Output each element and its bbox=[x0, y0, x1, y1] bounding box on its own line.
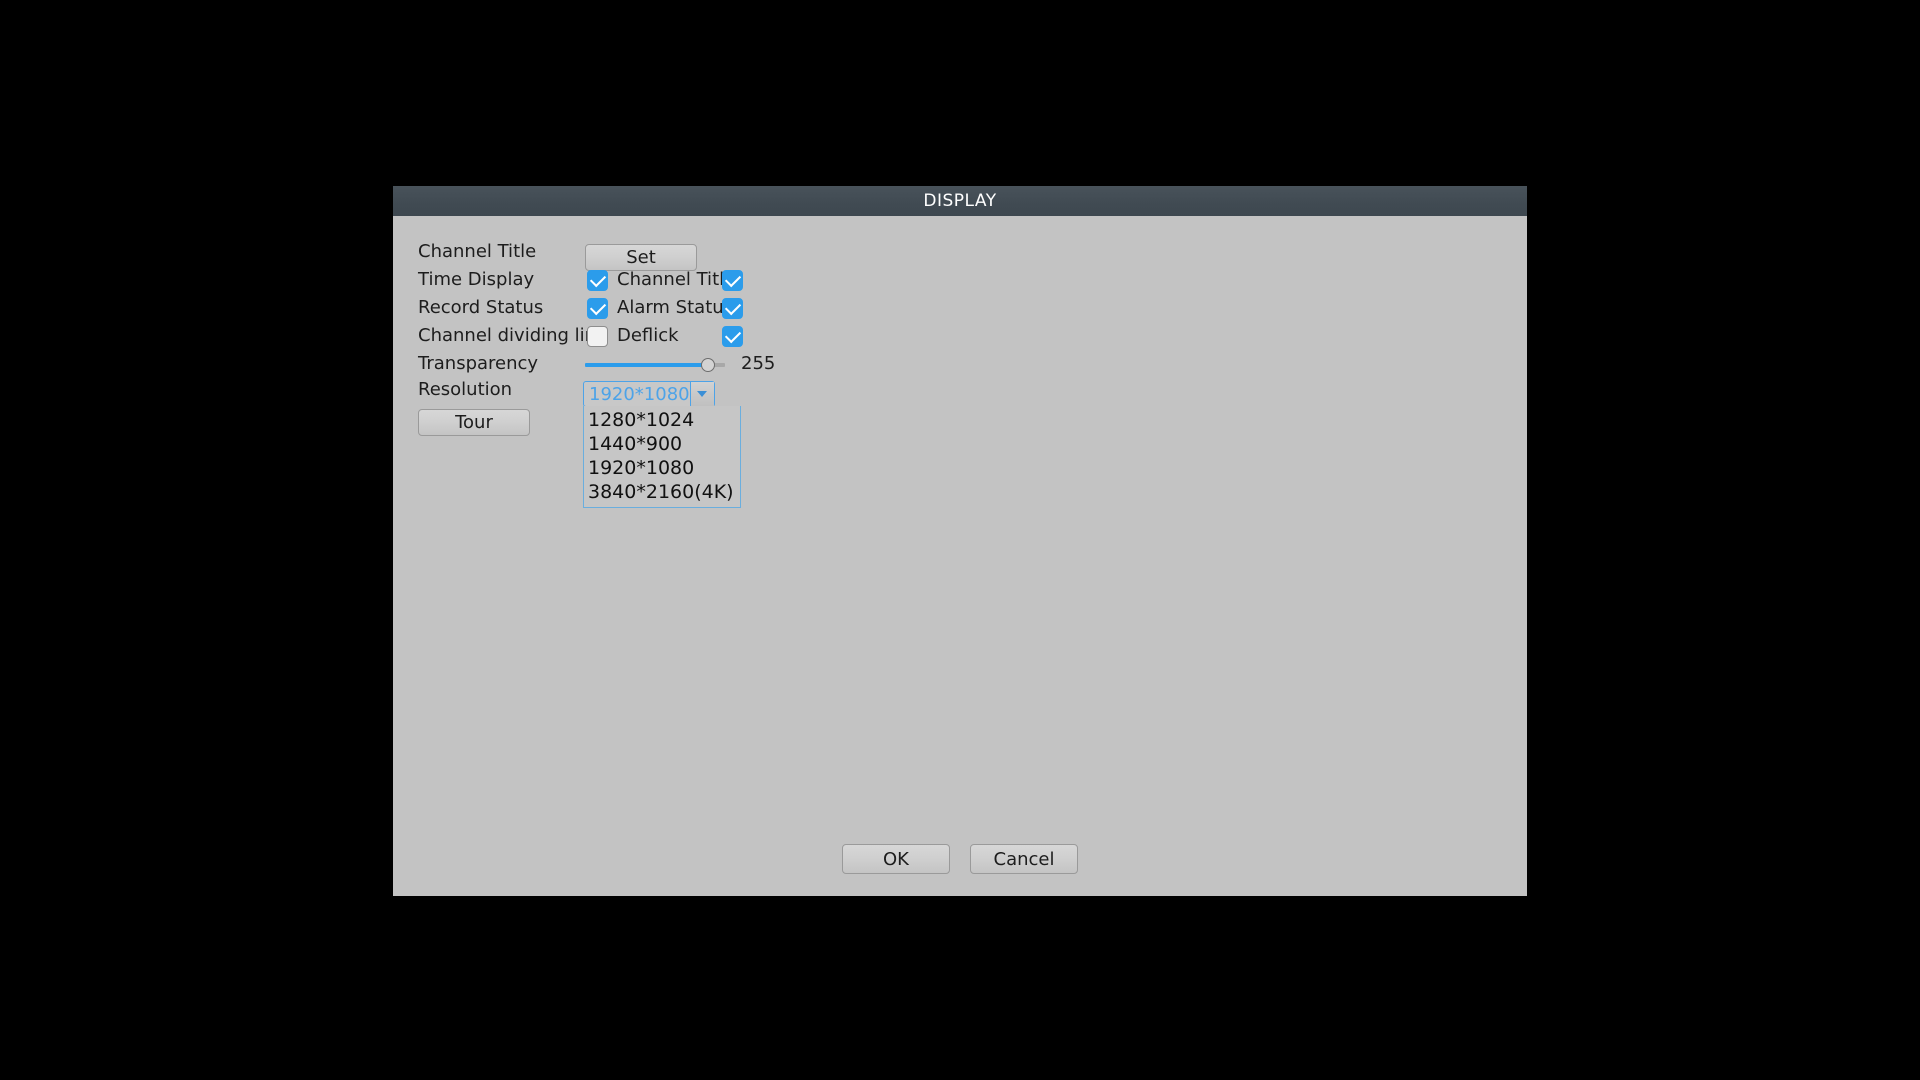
time-display-checkbox[interactable] bbox=[587, 270, 608, 291]
resolution-option[interactable]: 1920*1080 bbox=[584, 456, 740, 480]
check-icon bbox=[724, 298, 741, 316]
channel-dividing-line-label: Channel dividing line bbox=[418, 325, 608, 346]
alarm-status-label: Alarm Status bbox=[617, 297, 734, 318]
alarm-status-checkbox[interactable] bbox=[722, 298, 743, 319]
slider-handle[interactable] bbox=[701, 358, 715, 372]
check-icon bbox=[724, 270, 741, 288]
resolution-label: Resolution bbox=[418, 379, 513, 400]
record-status-checkbox[interactable] bbox=[587, 298, 608, 319]
resolution-option[interactable]: 1280*1024 bbox=[584, 408, 740, 432]
resolution-dropdown-button[interactable] bbox=[689, 382, 714, 406]
resolution-dropdown-list[interactable]: 1280*1024 1440*900 1920*1080 3840*2160(4… bbox=[583, 406, 741, 508]
transparency-slider[interactable] bbox=[585, 357, 725, 373]
resolution-combobox[interactable]: 1920*1080 bbox=[583, 381, 715, 407]
channel-title-label: Channel Title bbox=[418, 241, 537, 262]
dialog-title: DISPLAY bbox=[923, 191, 997, 211]
check-icon bbox=[589, 298, 606, 316]
time-display-label: Time Display bbox=[418, 269, 535, 290]
desktop-background: DISPLAY Channel Title Set Time Display C… bbox=[0, 0, 1920, 1080]
resolution-option[interactable]: 1440*900 bbox=[584, 432, 740, 456]
dialog-titlebar: DISPLAY bbox=[393, 186, 1527, 216]
display-settings-dialog: DISPLAY Channel Title Set Time Display C… bbox=[393, 186, 1527, 896]
channel-title-toggle-label: Channel Title bbox=[617, 269, 736, 290]
deflick-checkbox[interactable] bbox=[722, 326, 743, 347]
cancel-button[interactable]: Cancel bbox=[970, 844, 1078, 874]
channel-title-checkbox[interactable] bbox=[722, 270, 743, 291]
transparency-value: 255 bbox=[741, 353, 776, 374]
channel-dividing-line-checkbox[interactable] bbox=[587, 326, 608, 347]
ok-button[interactable]: OK bbox=[842, 844, 950, 874]
record-status-label: Record Status bbox=[418, 297, 544, 318]
resolution-option[interactable]: 3840*2160(4K) bbox=[584, 480, 740, 504]
slider-filled-track bbox=[585, 363, 709, 367]
chevron-down-icon bbox=[697, 391, 708, 397]
dialog-footer: OK Cancel bbox=[393, 844, 1527, 874]
deflick-label: Deflick bbox=[617, 325, 679, 346]
check-icon bbox=[724, 326, 741, 344]
resolution-selected-value: 1920*1080 bbox=[589, 383, 690, 405]
check-icon bbox=[589, 270, 606, 288]
tour-button[interactable]: Tour bbox=[418, 409, 530, 436]
transparency-label: Transparency bbox=[418, 353, 539, 374]
